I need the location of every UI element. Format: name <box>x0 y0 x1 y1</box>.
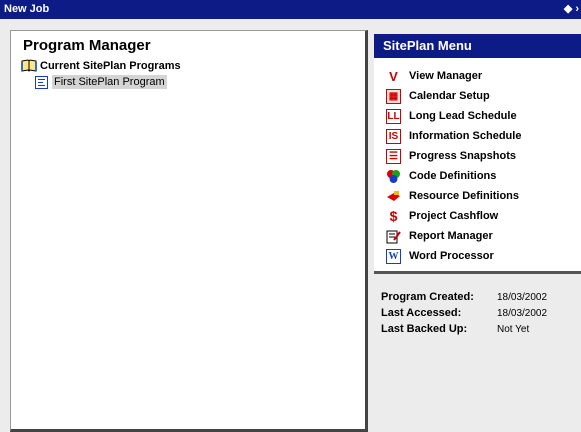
program-created-label: Program Created: <box>381 291 474 303</box>
menu-item-label: Word Processor <box>409 250 494 262</box>
resource-definitions-icon <box>386 189 401 204</box>
program-created-value: 18/03/2002 <box>497 291 548 303</box>
tree-root-label: Current SitePlan Programs <box>40 59 181 72</box>
siteplan-menu-title: SitePlan Menu <box>374 34 581 58</box>
word-icon: W <box>386 248 401 264</box>
report-manager-icon <box>386 229 401 244</box>
menu-item-view-manager[interactable]: V View Manager <box>374 66 581 86</box>
program-manager-title: Program Manager <box>23 37 151 54</box>
dollar-icon: $ <box>389 208 398 224</box>
program-document-icon <box>35 75 48 89</box>
tree-root-current-programs[interactable]: Current SitePlan Programs <box>21 59 181 72</box>
calendar-icon: ▦ <box>386 88 401 104</box>
long-lead-icon: LL <box>386 108 401 124</box>
tree-item-first-program[interactable]: First SitePlan Program <box>35 75 167 89</box>
siteplan-menu-list: V View Manager ▦ Calendar Setup LL Long … <box>374 66 581 266</box>
menu-item-code-definitions[interactable]: Code Definitions <box>374 166 581 186</box>
last-accessed-value: 18/03/2002 <box>497 307 548 319</box>
menu-item-label: Resource Definitions <box>409 190 520 202</box>
menu-item-long-lead-schedule[interactable]: LL Long Lead Schedule <box>374 106 581 126</box>
menu-item-report-manager[interactable]: Report Manager <box>374 226 581 246</box>
open-book-icon <box>21 59 37 72</box>
menu-item-calendar-setup[interactable]: ▦ Calendar Setup <box>374 86 581 106</box>
menu-item-label: Calendar Setup <box>409 90 490 102</box>
code-definitions-icon <box>386 169 401 184</box>
window-titlebar: New Job ◆ › <box>0 0 581 19</box>
last-accessed-row: Last Accessed: 18/03/2002 <box>381 305 576 321</box>
menu-item-label: Long Lead Schedule <box>409 110 517 122</box>
siteplan-menu-panel: SitePlan Menu V View Manager ▦ Calendar … <box>374 34 581 274</box>
tree-item-label: First SitePlan Program <box>52 75 167 89</box>
menu-item-information-schedule[interactable]: IS Information Schedule <box>374 126 581 146</box>
last-backed-up-label: Last Backed Up: <box>381 323 468 335</box>
menu-item-project-cashflow[interactable]: $ Project Cashflow <box>374 206 581 226</box>
menu-item-label: Information Schedule <box>409 130 522 142</box>
program-manager-panel: Program Manager Current SitePlan Program… <box>10 30 368 432</box>
menu-item-label: Code Definitions <box>409 170 497 182</box>
window-title: New Job <box>4 3 50 15</box>
view-manager-icon: V <box>389 68 398 84</box>
information-schedule-icon: IS <box>386 128 401 144</box>
menu-item-label: Report Manager <box>409 230 493 242</box>
pin-icon[interactable]: ◆ › <box>564 0 579 19</box>
program-created-row: Program Created: 18/03/2002 <box>381 289 576 305</box>
program-info: Program Created: 18/03/2002 Last Accesse… <box>381 289 576 337</box>
menu-item-label: View Manager <box>409 70 483 82</box>
menu-item-word-processor[interactable]: W Word Processor <box>374 246 581 266</box>
last-backed-up-row: Last Backed Up: Not Yet <box>381 321 576 337</box>
last-accessed-label: Last Accessed: <box>381 307 462 319</box>
menu-item-progress-snapshots[interactable]: ☰ Progress Snapshots <box>374 146 581 166</box>
menu-item-resource-definitions[interactable]: Resource Definitions <box>374 186 581 206</box>
menu-item-label: Progress Snapshots <box>409 150 516 162</box>
menu-item-label: Project Cashflow <box>409 210 499 222</box>
last-backed-up-value: Not Yet <box>497 323 530 335</box>
progress-snapshot-icon: ☰ <box>386 148 401 164</box>
